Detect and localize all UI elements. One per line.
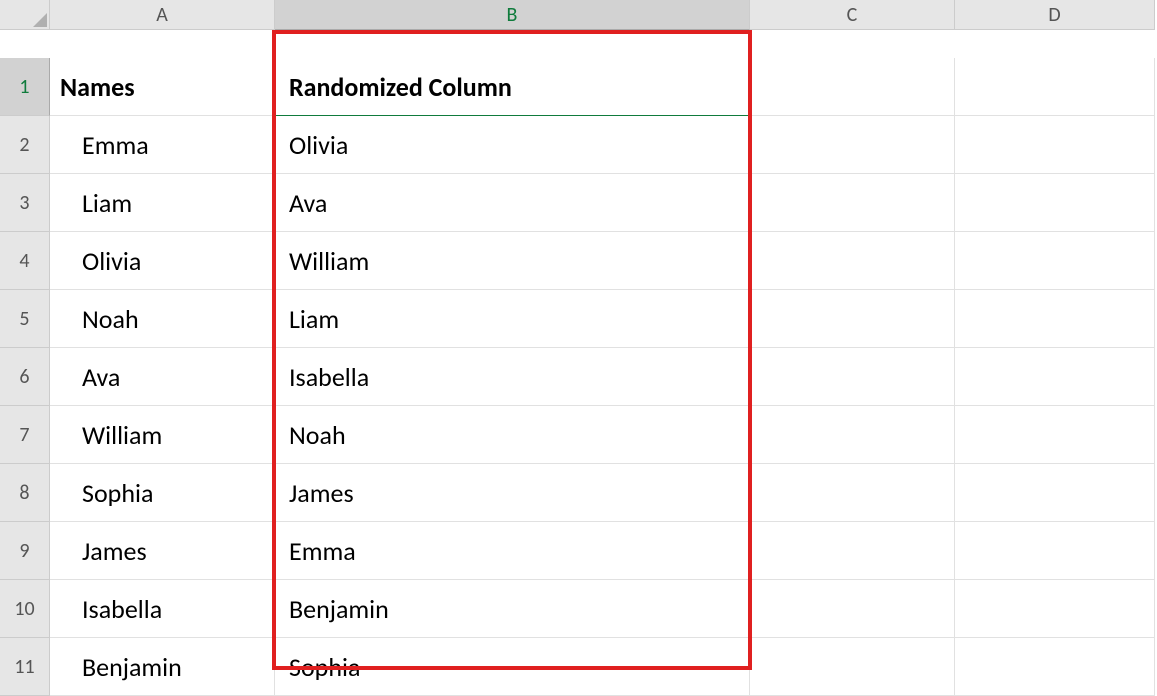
cell-a2[interactable]: Emma (50, 116, 275, 174)
cell-c4[interactable] (750, 232, 955, 290)
select-all-triangle-icon (33, 13, 47, 27)
row-header-11[interactable]: 11 (0, 638, 50, 696)
cell-d3[interactable] (955, 174, 1155, 232)
column-header-b[interactable]: B (275, 0, 750, 30)
cell-d1[interactable] (955, 58, 1155, 116)
cell-d2[interactable] (955, 116, 1155, 174)
column-header-d[interactable]: D (955, 0, 1155, 30)
cell-d11[interactable] (955, 638, 1155, 696)
cell-d5[interactable] (955, 290, 1155, 348)
cell-a5[interactable]: Noah (50, 290, 275, 348)
row-header-3[interactable]: 3 (0, 174, 50, 232)
cell-a8[interactable]: Sophia (50, 464, 275, 522)
column-header-a[interactable]: A (50, 0, 275, 30)
cell-a6[interactable]: Ava (50, 348, 275, 406)
cell-b5[interactable]: Liam (275, 290, 750, 348)
row-header-6[interactable]: 6 (0, 348, 50, 406)
cell-c6[interactable] (750, 348, 955, 406)
cell-b8[interactable]: James (275, 464, 750, 522)
cell-d10[interactable] (955, 580, 1155, 638)
row-header-8[interactable]: 8 (0, 464, 50, 522)
cell-b9[interactable]: Emma (275, 522, 750, 580)
select-all-corner[interactable] (0, 0, 50, 30)
cell-a10[interactable]: Isabella (50, 580, 275, 638)
cell-a3[interactable]: Liam (50, 174, 275, 232)
row-header-1[interactable]: 1 (0, 58, 50, 116)
cell-c8[interactable] (750, 464, 955, 522)
cell-d7[interactable] (955, 406, 1155, 464)
cell-c10[interactable] (750, 580, 955, 638)
cell-c1[interactable] (750, 58, 955, 116)
row-header-10[interactable]: 10 (0, 580, 50, 638)
cell-b3[interactable]: Ava (275, 174, 750, 232)
cell-d8[interactable] (955, 464, 1155, 522)
cell-c2[interactable] (750, 116, 955, 174)
cell-d4[interactable] (955, 232, 1155, 290)
row-header-4[interactable]: 4 (0, 232, 50, 290)
cell-a9[interactable]: James (50, 522, 275, 580)
cell-b7[interactable]: Noah (275, 406, 750, 464)
cell-a7[interactable]: William (50, 406, 275, 464)
cell-c5[interactable] (750, 290, 955, 348)
row-header-5[interactable]: 5 (0, 290, 50, 348)
cell-b11[interactable]: Sophia (275, 638, 750, 696)
cell-d6[interactable] (955, 348, 1155, 406)
cell-c11[interactable] (750, 638, 955, 696)
cell-b4[interactable]: William (275, 232, 750, 290)
spreadsheet-grid: A B C D 1 Names Randomized Column 2 Emma… (0, 0, 1157, 696)
cell-b1[interactable]: Randomized Column (275, 58, 750, 116)
cell-c3[interactable] (750, 174, 955, 232)
row-header-9[interactable]: 9 (0, 522, 50, 580)
row-header-2[interactable]: 2 (0, 116, 50, 174)
cell-a11[interactable]: Benjamin (50, 638, 275, 696)
cell-a1[interactable]: Names (50, 58, 275, 116)
cell-b2[interactable]: Olivia (275, 116, 750, 174)
cell-a4[interactable]: Olivia (50, 232, 275, 290)
cell-d9[interactable] (955, 522, 1155, 580)
cell-b6[interactable]: Isabella (275, 348, 750, 406)
cell-b10[interactable]: Benjamin (275, 580, 750, 638)
column-header-c[interactable]: C (750, 0, 955, 30)
cell-c7[interactable] (750, 406, 955, 464)
row-header-7[interactable]: 7 (0, 406, 50, 464)
cell-c9[interactable] (750, 522, 955, 580)
